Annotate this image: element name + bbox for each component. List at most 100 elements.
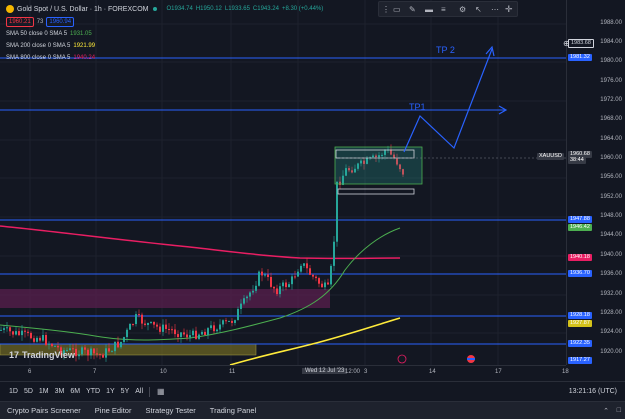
range-button-5y[interactable]: 5Y: [118, 388, 133, 395]
candle-body[interactable]: [33, 338, 35, 342]
time-axis[interactable]: 6 7 10 11 Wed 12 Jul '23 12:00 3 14 17 18: [0, 365, 569, 381]
candle-body[interactable]: [159, 326, 161, 332]
candle-body[interactable]: [279, 286, 281, 295]
candle-body[interactable]: [87, 349, 89, 356]
price-tag[interactable]: 1940.18: [568, 254, 592, 261]
candle-body[interactable]: [96, 353, 98, 355]
symbol-title[interactable]: Gold Spot / U.S. Dollar · 1h · FOREXCOM: [17, 6, 148, 13]
candle-body[interactable]: [21, 330, 23, 336]
candle-body[interactable]: [45, 334, 47, 345]
sell-price-button[interactable]: 1960.21: [6, 17, 34, 27]
candle-body[interactable]: [156, 324, 158, 327]
candle-body[interactable]: [195, 330, 197, 339]
settings-icon[interactable]: ⚙: [459, 5, 466, 14]
event-marker-icon[interactable]: [397, 354, 407, 364]
candle-body[interactable]: [168, 328, 170, 330]
candle-body[interactable]: [129, 323, 131, 330]
floating-drawing-toolbar[interactable]: ⋮ ▭ ✎ ▬ ≡ ⚙ ↖ ⋯: [378, 1, 518, 17]
price-tag[interactable]: 1927.87: [568, 320, 592, 327]
rectangle-icon[interactable]: ▭: [393, 5, 401, 14]
candle-body[interactable]: [126, 329, 128, 338]
candle-body[interactable]: [150, 321, 152, 323]
bottom-toolbar[interactable]: 1D 5D 1M 3M 6M YTD 1Y 5Y All ▦ 13:21:16 (UTC): [0, 381, 625, 401]
chart-area[interactable]: TP1 TP 2 Gold Spot / U.S. Dollar · 1h · …: [0, 0, 566, 366]
candle-body[interactable]: [183, 332, 185, 335]
candle-body[interactable]: [192, 330, 194, 336]
add-alert-icon[interactable]: ⊕: [563, 39, 570, 48]
candle-body[interactable]: [303, 263, 305, 266]
candle-body[interactable]: [231, 320, 233, 323]
candle-body[interactable]: [51, 343, 53, 347]
price-tag[interactable]: 1983.68: [568, 39, 594, 48]
price-tag[interactable]: 1917.27: [568, 357, 592, 364]
candle-body[interactable]: [78, 354, 80, 357]
candle-body[interactable]: [9, 327, 11, 332]
candle-body[interactable]: [141, 314, 143, 324]
range-button-ytd[interactable]: YTD: [83, 388, 103, 395]
candle-body[interactable]: [291, 276, 293, 285]
tab-crypto-pairs-screener[interactable]: Crypto Pairs Screener: [0, 406, 88, 415]
candle-body[interactable]: [285, 282, 287, 288]
buy-price-button[interactable]: 1960.94: [46, 17, 75, 27]
candle-body[interactable]: [174, 329, 176, 335]
candle-body[interactable]: [243, 298, 245, 304]
candle-body[interactable]: [264, 274, 266, 276]
candle-body[interactable]: [210, 325, 212, 329]
candle-body[interactable]: [132, 323, 134, 325]
candle-body[interactable]: [138, 314, 140, 316]
candle-body[interactable]: [186, 334, 188, 338]
candle-body[interactable]: [84, 347, 86, 350]
candle-body[interactable]: [189, 335, 191, 338]
candle-body[interactable]: [3, 328, 5, 330]
candle-body[interactable]: [36, 337, 38, 342]
price-tag[interactable]: 1936.70: [568, 270, 592, 277]
candle-body[interactable]: [252, 290, 254, 293]
candle-body[interactable]: [102, 354, 104, 358]
candle-body[interactable]: [57, 345, 59, 348]
range-button-all[interactable]: All: [132, 388, 146, 395]
tab-pine-editor[interactable]: Pine Editor: [88, 406, 139, 415]
candle-body[interactable]: [261, 271, 263, 276]
bottom-panel-tabs[interactable]: Crypto Pairs Screener Pine Editor Strategy…: [0, 401, 625, 419]
price-tag[interactable]: 1928.18: [568, 312, 592, 319]
candle-body[interactable]: [177, 334, 179, 337]
candle-body[interactable]: [75, 348, 77, 357]
candle-body[interactable]: [99, 353, 101, 355]
candle-body[interactable]: [300, 265, 302, 272]
candle-body[interactable]: [81, 347, 83, 355]
candle-body[interactable]: [120, 341, 122, 348]
candle-body[interactable]: [108, 348, 110, 352]
candle-body[interactable]: [315, 276, 317, 279]
collapse-icon[interactable]: ⌃: [603, 407, 609, 415]
more-icon[interactable]: ⋯: [491, 5, 499, 14]
symbol-legend[interactable]: Gold Spot / U.S. Dollar · 1h · FOREXCOM …: [6, 5, 323, 13]
tab-strategy-tester[interactable]: Strategy Tester: [138, 406, 202, 415]
range-button-3m[interactable]: 3M: [52, 388, 68, 395]
candle-body[interactable]: [180, 332, 182, 337]
candle-body[interactable]: [327, 282, 329, 285]
candle-body[interactable]: [213, 325, 215, 332]
candle-body[interactable]: [114, 341, 116, 352]
fill-color-icon[interactable]: ▬: [425, 5, 433, 14]
candle-body[interactable]: [273, 286, 275, 289]
candle-body[interactable]: [144, 323, 146, 325]
candle-body[interactable]: [240, 303, 242, 309]
candle-body[interactable]: [294, 276, 296, 278]
candle-body[interactable]: [309, 268, 311, 275]
candle-body[interactable]: [306, 263, 308, 269]
bid-ask-row[interactable]: 1960.21 73 1960.94: [6, 17, 75, 27]
candle-body[interactable]: [201, 331, 203, 335]
range-button-1d[interactable]: 1D: [6, 388, 21, 395]
candle-body[interactable]: [228, 320, 230, 322]
candle-body[interactable]: [216, 329, 218, 332]
drag-handle-icon[interactable]: ⋮: [382, 5, 390, 14]
candle-body[interactable]: [12, 331, 14, 335]
candle-body[interactable]: [297, 271, 299, 277]
price-tag[interactable]: 38:44: [568, 157, 586, 164]
price-tag[interactable]: 1946.42: [568, 224, 592, 231]
calendar-icon[interactable]: ▦: [157, 387, 165, 396]
candle-body[interactable]: [225, 320, 227, 322]
candle-body[interactable]: [321, 283, 323, 288]
candle-body[interactable]: [288, 284, 290, 288]
candle-body[interactable]: [318, 278, 320, 284]
